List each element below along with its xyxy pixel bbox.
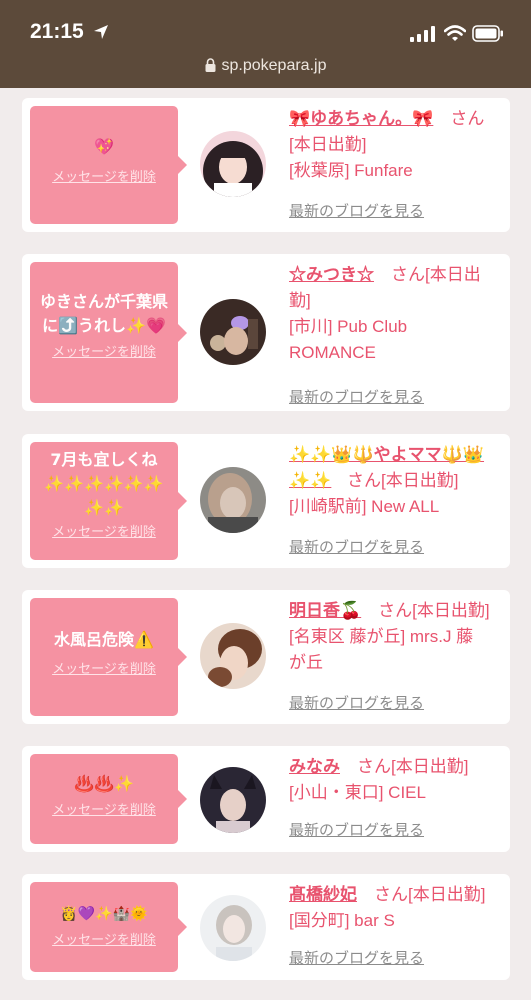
cast-info: ☆みつき☆ さん[本日出 勤] [市川] Pub Club ROMANCE 最新… (289, 262, 505, 406)
url-text: sp.pokepara.jp (221, 57, 327, 74)
cast-info: 明日香🍒 さん[本日出勤] [名東区 藤が丘] mrs.J 藤 が丘 最新のブロ… (289, 598, 505, 712)
latest-blog-link[interactable]: 最新のブログを見る (289, 386, 424, 407)
info-line: [秋葉原] Funfare (289, 161, 413, 180)
message-text: ゆきさんが千葉県 (39, 292, 168, 311)
message-card: ♨️♨️✨ メッセージを削除 みなみ さん[本日出勤] [小山・東口] CIEL… (22, 746, 510, 852)
delete-message-link[interactable]: メッセージを削除 (30, 661, 178, 679)
message-bubble: 👸💜✨🏰🌞 メッセージを削除 (30, 882, 187, 972)
message-bubble: 水風呂危険⚠️ メッセージを削除 (30, 598, 187, 716)
message-bubble: 💖 メッセージを削除 (30, 106, 187, 224)
delete-message-link[interactable]: メッセージを削除 (30, 169, 178, 187)
avatar[interactable] (200, 131, 266, 197)
message-text: ♨️♨️✨ (74, 774, 134, 793)
message-text: 水風呂危険⚠️ (54, 630, 154, 649)
info-line: [名東区 藤が丘] mrs.J 藤 (289, 627, 474, 646)
location-arrow-icon (94, 25, 108, 39)
message-card: ゆきさんが千葉県 に⤴️うれし✨💗 メッセージを削除 ☆みつき☆ さん[本日出 … (22, 254, 510, 411)
message-text: ✨✨✨✨✨✨ (44, 474, 164, 493)
message-card: 水風呂危険⚠️ メッセージを削除 明日香🍒 さん[本日出勤] [名東区 藤が丘]… (22, 590, 510, 724)
cast-name-link[interactable]: 髙橋紗妃 (289, 885, 357, 904)
info-line: さん[本日出勤] (374, 885, 486, 904)
delete-message-link[interactable]: メッセージを削除 (30, 802, 178, 820)
latest-blog-link[interactable]: 最新のブログを見る (289, 819, 424, 840)
avatar[interactable] (200, 467, 266, 533)
cast-name-link[interactable]: みなみ (289, 757, 340, 776)
cast-name-link[interactable]: 🎀ゆあちゃん。🎀 (289, 109, 433, 128)
battery-icon (472, 25, 503, 42)
info-line: [川崎駅前] New ALL (289, 497, 440, 516)
info-line: が丘 (289, 653, 323, 672)
info-line: さん[本日出勤] (357, 757, 469, 776)
status-bar: 21:15 sp.pokepara.jp (0, 0, 531, 88)
info-line: [本日出勤] (289, 135, 367, 154)
message-bubble: 7月も宜しくね ✨✨✨✨✨✨ ✨✨ メッセージを削除 (30, 442, 187, 560)
message-card: 👸💜✨🏰🌞 メッセージを削除 髙橋紗妃 さん[本日出勤] [国分町] bar S… (22, 874, 510, 980)
latest-blog-link[interactable]: 最新のブログを見る (289, 692, 424, 713)
info-line: [市川] Pub Club (289, 317, 408, 336)
address-bar[interactable]: sp.pokepara.jp (0, 57, 531, 75)
cast-info: みなみ さん[本日出勤] [小山・東口] CIEL 最新のブログを見る (289, 754, 505, 839)
cast-info: 髙橋紗妃 さん[本日出勤] [国分町] bar S 最新のブログを見る (289, 882, 505, 967)
avatar[interactable] (200, 299, 266, 365)
info-line: 勤] (289, 291, 311, 310)
message-text: ✨✨ (84, 498, 124, 517)
lock-icon (205, 58, 216, 72)
message-card: 💖 メッセージを削除 🎀ゆあちゃん。🎀 さん [本日出勤] [秋葉原] Funf… (22, 98, 510, 232)
cast-info: 🎀ゆあちゃん。🎀 さん [本日出勤] [秋葉原] Funfare 最新のブログを… (289, 106, 505, 220)
message-bubble: ゆきさんが千葉県 に⤴️うれし✨💗 メッセージを削除 (30, 262, 187, 403)
cast-name-link[interactable]: 明日香🍒 (289, 601, 361, 620)
delete-message-link[interactable]: メッセージを削除 (30, 344, 178, 362)
avatar[interactable] (200, 895, 266, 961)
info-line: さん[本日出 (391, 265, 481, 284)
message-text: 👸💜✨🏰🌞 (60, 906, 148, 922)
cellular-signal-icon (410, 26, 435, 42)
latest-blog-link[interactable]: 最新のブログを見る (289, 536, 424, 557)
clock: 21:15 (30, 20, 84, 43)
delete-message-link[interactable]: メッセージを削除 (30, 932, 178, 950)
delete-message-link[interactable]: メッセージを削除 (30, 524, 178, 542)
info-line: さん (450, 109, 485, 128)
message-text: 💖 (94, 137, 114, 156)
message-text: に⤴️うれし✨💗 (42, 316, 166, 335)
latest-blog-link[interactable]: 最新のブログを見る (289, 200, 424, 221)
cast-name-link[interactable]: ☆みつき☆ (289, 265, 374, 284)
message-text: 7月も宜しくね (50, 450, 158, 469)
message-bubble: ♨️♨️✨ メッセージを削除 (30, 754, 187, 844)
avatar[interactable] (200, 623, 266, 689)
info-line: [国分町] bar S (289, 911, 395, 930)
avatar[interactable] (200, 767, 266, 833)
info-line: さん[本日出勤] (378, 601, 490, 620)
wifi-icon (444, 25, 466, 41)
message-card: 7月も宜しくね ✨✨✨✨✨✨ ✨✨ メッセージを削除 ✨✨👑🔱やよママ🔱👑✨✨ … (22, 434, 510, 568)
cast-info: ✨✨👑🔱やよママ🔱👑✨✨ さん[本日出勤] [川崎駅前] New ALL 最新の… (289, 442, 505, 556)
info-line: [小山・東口] CIEL (289, 783, 426, 802)
info-line: ROMANCE (289, 343, 376, 362)
latest-blog-link[interactable]: 最新のブログを見る (289, 947, 424, 968)
